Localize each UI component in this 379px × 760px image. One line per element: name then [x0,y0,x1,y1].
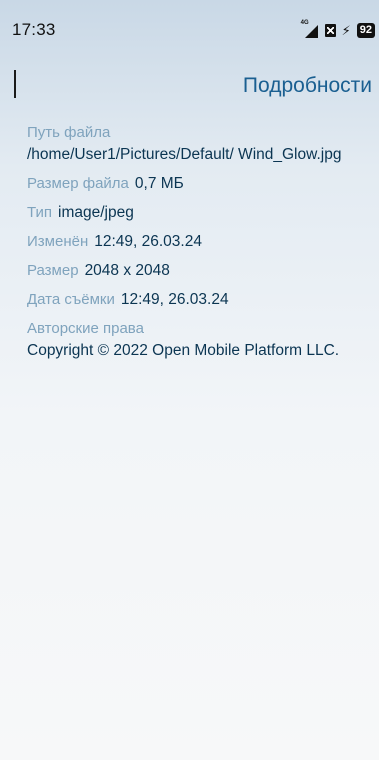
type-label: Тип [27,204,53,221]
file-path-label: Путь файла [27,124,111,141]
detail-date-taken: Дата съёмки 12:49, 26.03.24 [27,290,372,310]
modified-label: Изменён [27,233,89,250]
copyright-value: Copyright © 2022 Open Mobile Platform LL… [27,342,340,359]
detail-file-path: Путь файла /home/User1/Pictures/Default/… [27,123,372,165]
detail-dimensions: Размер 2048 x 2048 [27,261,372,281]
network-type-label: 4G [300,19,309,26]
status-bar: 17:33 4G ⚡ 92 [0,0,379,40]
date-taken-value: 12:49, 26.03.24 [120,291,229,308]
back-edge-indicator[interactable] [14,70,16,98]
details-list: Путь файла /home/User1/Pictures/Default/… [27,123,372,370]
modified-value: 12:49, 26.03.24 [94,233,202,250]
file-size-value: 0,7 МБ [134,175,184,192]
page-title: Подробности [242,74,372,97]
signal-4g-icon: 4G [301,20,319,38]
type-value: image/jpeg [58,204,134,221]
detail-type: Тип image/jpeg [27,203,372,223]
detail-modified: Изменён 12:49, 26.03.24 [27,232,372,252]
sim-off-icon [324,24,336,37]
dimensions-label: Размер [27,262,79,279]
charging-bolt-icon: ⚡ [341,23,351,38]
status-time: 17:33 [12,20,56,39]
dimensions-value: 2048 x 2048 [84,262,170,279]
battery-icon: 92 [356,23,375,38]
date-taken-label: Дата съёмки [27,291,115,308]
detail-file-size: Размер файла 0,7 МБ [27,174,372,194]
file-path-value: /home/User1/Pictures/Default/ Wind_Glow.… [27,146,342,163]
copyright-label: Авторские права [27,320,144,337]
status-icons: 4G ⚡ 92 [301,20,375,38]
detail-copyright: Авторские права Copyright © 2022 Open Mo… [27,319,372,361]
file-size-label: Размер файла [27,175,129,192]
